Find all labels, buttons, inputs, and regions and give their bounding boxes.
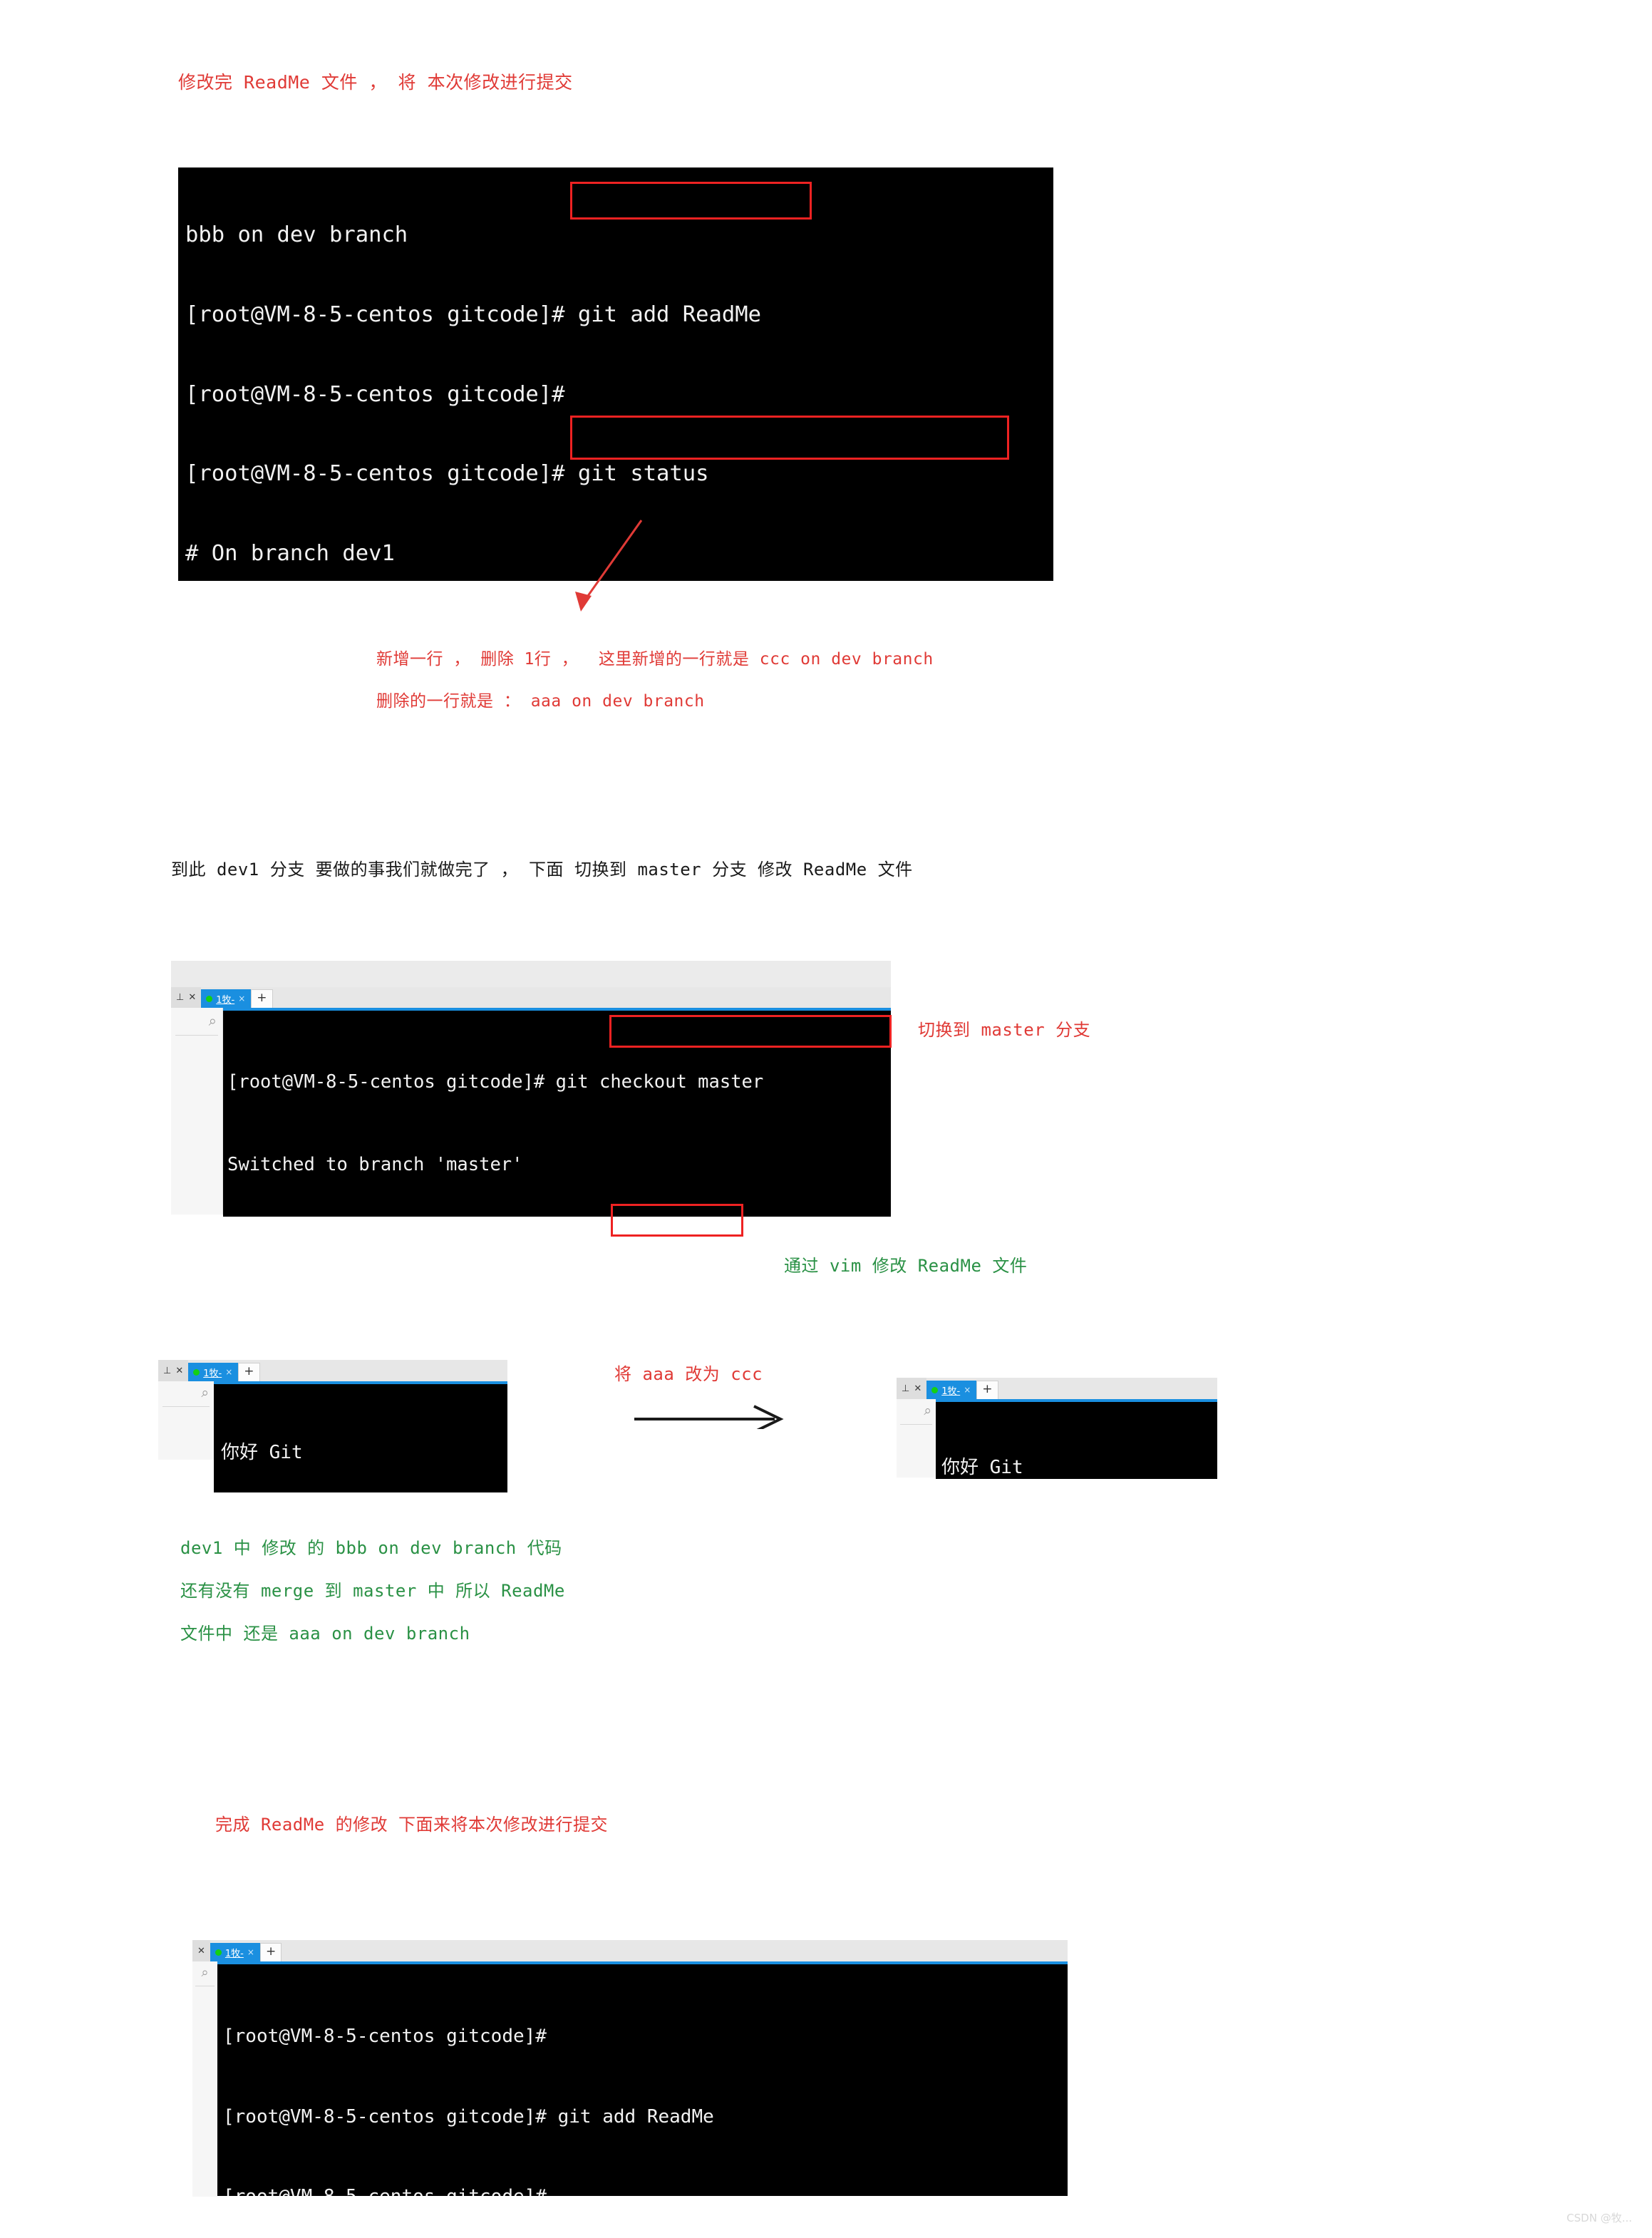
- close-icon[interactable]: ×: [247, 1947, 254, 1957]
- terminal-line: [root@VM-8-5-centos gitcode]#: [185, 381, 565, 407]
- new-tab-button[interactable]: +: [251, 989, 273, 1008]
- panel-controls-vim-left[interactable]: ⊥ ✕: [158, 1360, 189, 1381]
- watermark: CSDN @牧...: [1566, 2212, 1632, 2224]
- panel-controls-2[interactable]: ⊥ ✕: [171, 987, 202, 1008]
- terminal-line: [root@VM-8-5-centos gitcode]#: [223, 2184, 1068, 2196]
- terminal-tab-vim-left[interactable]: 1牧- ×: [188, 1363, 239, 1381]
- new-tab-button[interactable]: +: [259, 1943, 282, 1961]
- pin-icon[interactable]: ⊥: [163, 1366, 171, 1376]
- highlight-box-git-checkout: [609, 1015, 892, 1048]
- pin-icon[interactable]: ⊥: [176, 992, 184, 1003]
- vim-buffer-left: 你好 Git hello world aaa on dev branch ~: [214, 1384, 507, 1492]
- diff-annotation-line-2: 删除的一行就是 ： aaa on dev branch: [376, 692, 705, 711]
- terminal-line: [root@VM-8-5-centos gitcode]# git add Re…: [185, 302, 761, 328]
- tab-strip-vim-right: ⊥ ✕ 1牧- × +: [897, 1378, 1217, 1399]
- search-icon[interactable]: ⌕: [158, 1381, 214, 1401]
- terminal-line: [root@VM-8-5-centos gitcode]# git checko…: [227, 1071, 764, 1093]
- terminal-line: [root@VM-8-5-centos gitcode]# git status: [185, 461, 709, 487]
- status-dot-icon: [931, 1386, 939, 1393]
- close-panel-icon[interactable]: ✕: [175, 1366, 183, 1376]
- pin-icon[interactable]: ⊥: [902, 1383, 909, 1394]
- terminal-line: bbb on dev branch: [185, 222, 408, 248]
- close-icon[interactable]: ×: [238, 994, 245, 1004]
- terminal-line: [root@VM-8-5-centos gitcode]# git add Re…: [223, 2105, 714, 2128]
- close-panel-icon[interactable]: ✕: [188, 992, 196, 1003]
- tab-label: 1牧-: [203, 1368, 222, 1379]
- highlight-box-git-add: [570, 182, 812, 220]
- rail-divider: [162, 1406, 210, 1407]
- annotation-arrow-1: [575, 520, 643, 612]
- search-icon[interactable]: ⌕: [171, 1008, 222, 1029]
- top-annotation: 修改完 ReadMe 文件 ， 将 本次修改进行提交: [178, 72, 573, 93]
- highlight-box-git-commit: [570, 416, 1009, 460]
- green-annotation-line-3: 文件中 还是 aaa on dev branch: [180, 1624, 470, 1644]
- side-rail-3: ⌕: [192, 1961, 217, 2197]
- section-annotation: 到此 dev1 分支 要做的事我们就做完了 ， 下面 切换到 master 分支…: [171, 860, 913, 880]
- status-dot-icon: [193, 1368, 200, 1376]
- change-annotation: 将 aaa 改为 ccc: [614, 1364, 763, 1384]
- commit-annotation: 完成 ReadMe 的修改 下面来将本次修改进行提交: [215, 1815, 609, 1835]
- panel-controls-3[interactable]: ✕: [192, 1940, 210, 1961]
- close-icon[interactable]: ×: [225, 1367, 232, 1377]
- checkout-annotation: 切换到 master 分支: [918, 1020, 1091, 1040]
- new-tab-button[interactable]: +: [976, 1381, 998, 1399]
- terminal-tab-2[interactable]: 1牧- ×: [201, 989, 252, 1008]
- terminal-block-3: [root@VM-8-5-centos gitcode]# [root@VM-8…: [217, 1964, 1068, 2196]
- terminal-tab-3[interactable]: 1牧- ×: [210, 1943, 260, 1961]
- rail-divider: [900, 1424, 932, 1425]
- highlight-box-vim-readme: [611, 1204, 743, 1237]
- tab-strip-2: ⊥ ✕ 1牧- × +: [171, 987, 891, 1008]
- terminal-line: [root@VM-8-5-centos gitcode]#: [223, 2026, 547, 2047]
- transition-arrow-icon: [634, 1405, 784, 1429]
- search-icon[interactable]: ⌕: [192, 1961, 217, 1980]
- status-dot-icon: [215, 1949, 222, 1956]
- search-icon[interactable]: ⌕: [897, 1399, 936, 1418]
- rail-divider: [175, 1035, 218, 1036]
- close-panel-icon[interactable]: ✕: [197, 1946, 205, 1956]
- side-rail-vim-right: ⌕: [897, 1399, 936, 1478]
- status-dot-icon: [206, 995, 213, 1002]
- vim-annotation: 通过 vim 修改 ReadMe 文件: [784, 1256, 1028, 1276]
- terminal-block-1: bbb on dev branch [root@VM-8-5-centos gi…: [178, 167, 1053, 581]
- green-annotation-line-2: 还有没有 merge 到 master 中 所以 ReadMe: [180, 1581, 565, 1601]
- panel-controls-vim-right[interactable]: ⊥ ✕: [897, 1378, 927, 1399]
- vim-buffer-right: 你好 Git hello world ccc on dev branch ~: [936, 1402, 1217, 1479]
- close-icon[interactable]: ×: [964, 1385, 971, 1395]
- tab-strip-vim-left: ⊥ ✕ 1牧- × +: [158, 1360, 507, 1381]
- close-panel-icon[interactable]: ✕: [914, 1383, 921, 1394]
- new-tab-button[interactable]: +: [238, 1363, 260, 1381]
- terminal-line: Switched to branch 'master': [227, 1153, 523, 1175]
- vim-line: 你好 Git: [941, 1457, 1023, 1478]
- side-rail-vim-left: ⌕: [158, 1381, 214, 1460]
- vim-line: 你好 Git: [221, 1442, 303, 1463]
- diff-annotation-line-1: 新增一行 ， 删除 1行 ， 这里新增的一行就是 ccc on dev bran…: [376, 650, 934, 669]
- side-rail-2: ⌕: [171, 1008, 223, 1215]
- tab-label: 1牧-: [941, 1386, 961, 1397]
- tab-strip-3: ✕ 1牧- × +: [192, 1940, 1068, 1961]
- terminal-tab-vim-right[interactable]: 1牧- ×: [926, 1381, 977, 1399]
- tab-label: 1牧-: [224, 1948, 244, 1959]
- tab-label: 1牧-: [216, 994, 235, 1006]
- green-annotation-line-1: dev1 中 修改 的 bbb on dev branch 代码: [180, 1538, 562, 1558]
